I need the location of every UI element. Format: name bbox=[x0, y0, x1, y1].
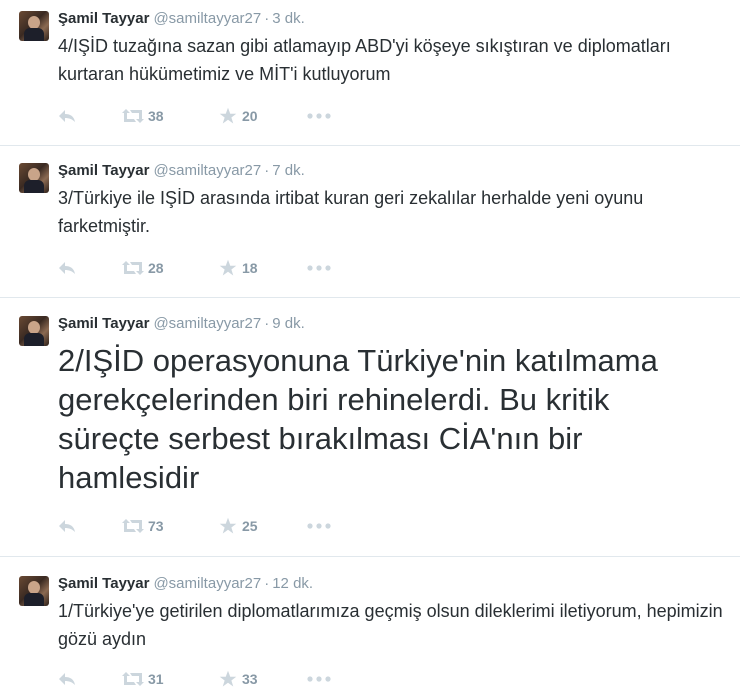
avatar[interactable] bbox=[19, 576, 49, 606]
reply-arrow-icon bbox=[59, 520, 75, 532]
reply-arrow-icon bbox=[59, 110, 75, 122]
favorite-button[interactable]: 33 bbox=[219, 670, 307, 688]
favorite-button[interactable]: 18 bbox=[219, 259, 307, 277]
reply-arrow-icon bbox=[59, 262, 75, 274]
reply-arrow-icon bbox=[59, 673, 75, 685]
author-name[interactable]: Şamil Tayyar bbox=[58, 10, 149, 27]
reply-button[interactable] bbox=[58, 109, 122, 123]
more-dots-icon bbox=[307, 676, 331, 682]
tweet-timeline: Şamil Tayyar @samiltayyar27 · 3 dk. 4/IŞİD … bbox=[0, 0, 740, 699]
retweet-icon bbox=[122, 672, 144, 686]
separator-dot: · bbox=[264, 10, 270, 27]
tweet-timestamp[interactable]: 7 dk. bbox=[272, 162, 305, 179]
separator-dot: · bbox=[264, 575, 270, 592]
favorite-count: 18 bbox=[242, 260, 258, 276]
retweet-button[interactable]: 73 bbox=[122, 518, 219, 534]
retweet-button[interactable]: 28 bbox=[122, 260, 219, 276]
retweet-icon bbox=[122, 519, 144, 533]
retweet-button[interactable]: 38 bbox=[122, 108, 219, 124]
retweet-count: 31 bbox=[148, 671, 164, 687]
favorite-button[interactable]: 25 bbox=[219, 517, 307, 535]
tweet[interactable]: Şamil Tayyar @samiltayyar27 · 9 dk. 2/IŞİD … bbox=[0, 298, 740, 557]
separator-dot: · bbox=[264, 162, 270, 179]
tweet-timestamp[interactable]: 3 dk. bbox=[272, 10, 305, 27]
star-icon bbox=[219, 670, 237, 687]
tweet-actions: 31 33 bbox=[58, 669, 337, 689]
tweet-actions: 73 25 bbox=[58, 516, 337, 536]
tweet-timestamp[interactable]: 9 dk. bbox=[272, 315, 305, 332]
more-dots-icon bbox=[307, 523, 331, 529]
reply-button[interactable] bbox=[58, 519, 122, 533]
more-button[interactable] bbox=[307, 113, 337, 119]
more-dots-icon bbox=[307, 265, 331, 271]
avatar[interactable] bbox=[19, 163, 49, 193]
favorite-count: 25 bbox=[242, 518, 258, 534]
avatar[interactable] bbox=[19, 316, 49, 346]
author-handle[interactable]: @samiltayyar27 bbox=[153, 315, 261, 332]
star-icon bbox=[219, 517, 237, 534]
more-button[interactable] bbox=[307, 523, 337, 529]
author-name[interactable]: Şamil Tayyar bbox=[58, 162, 149, 179]
tweet[interactable]: Şamil Tayyar @samiltayyar27 · 12 dk. 1/Türk… bbox=[0, 557, 740, 699]
tweet[interactable]: Şamil Tayyar @samiltayyar27 · 7 dk. 3/Türki… bbox=[0, 146, 740, 298]
tweet[interactable]: Şamil Tayyar @samiltayyar27 · 3 dk. 4/IŞİD … bbox=[0, 0, 740, 146]
star-icon bbox=[219, 259, 237, 276]
retweet-count: 73 bbox=[148, 518, 164, 534]
tweet-text: 2/IŞİD operasyonuna Türkiye'nin katılmam… bbox=[58, 343, 658, 495]
retweet-count: 38 bbox=[148, 108, 164, 124]
star-icon bbox=[219, 107, 237, 124]
tweet-actions: 38 20 bbox=[58, 106, 337, 126]
favorite-button[interactable]: 20 bbox=[219, 107, 307, 125]
tweet-header: Şamil Tayyar @samiltayyar27 · 12 dk. bbox=[58, 574, 313, 594]
avatar[interactable] bbox=[19, 11, 49, 41]
tweet-text: 3/Türkiye ile IŞİD arasında irtibat kura… bbox=[58, 188, 644, 236]
tweet-header: Şamil Tayyar @samiltayyar27 · 9 dk. bbox=[58, 314, 305, 334]
retweet-icon bbox=[122, 261, 144, 275]
retweet-button[interactable]: 31 bbox=[122, 671, 219, 687]
retweet-icon bbox=[122, 109, 144, 123]
tweet-header: Şamil Tayyar @samiltayyar27 · 7 dk. bbox=[58, 161, 305, 181]
tweet-text: 1/Türkiye'ye getirilen diplomatlarımıza … bbox=[58, 601, 723, 649]
reply-button[interactable] bbox=[58, 261, 122, 275]
tweet-actions: 28 18 bbox=[58, 258, 337, 278]
author-name[interactable]: Şamil Tayyar bbox=[58, 315, 149, 332]
favorite-count: 33 bbox=[242, 671, 258, 687]
tweet-header: Şamil Tayyar @samiltayyar27 · 3 dk. bbox=[58, 9, 305, 29]
tweet-timestamp[interactable]: 12 dk. bbox=[272, 575, 313, 592]
reply-button[interactable] bbox=[58, 672, 122, 686]
retweet-count: 28 bbox=[148, 260, 164, 276]
author-handle[interactable]: @samiltayyar27 bbox=[153, 10, 261, 27]
more-button[interactable] bbox=[307, 676, 337, 682]
tweet-text: 4/IŞİD tuzağına sazan gibi atlamayıp ABD… bbox=[58, 36, 671, 84]
more-button[interactable] bbox=[307, 265, 337, 271]
author-handle[interactable]: @samiltayyar27 bbox=[153, 162, 261, 179]
separator-dot: · bbox=[264, 315, 270, 332]
favorite-count: 20 bbox=[242, 108, 258, 124]
more-dots-icon bbox=[307, 113, 331, 119]
author-name[interactable]: Şamil Tayyar bbox=[58, 575, 149, 592]
author-handle[interactable]: @samiltayyar27 bbox=[153, 575, 261, 592]
